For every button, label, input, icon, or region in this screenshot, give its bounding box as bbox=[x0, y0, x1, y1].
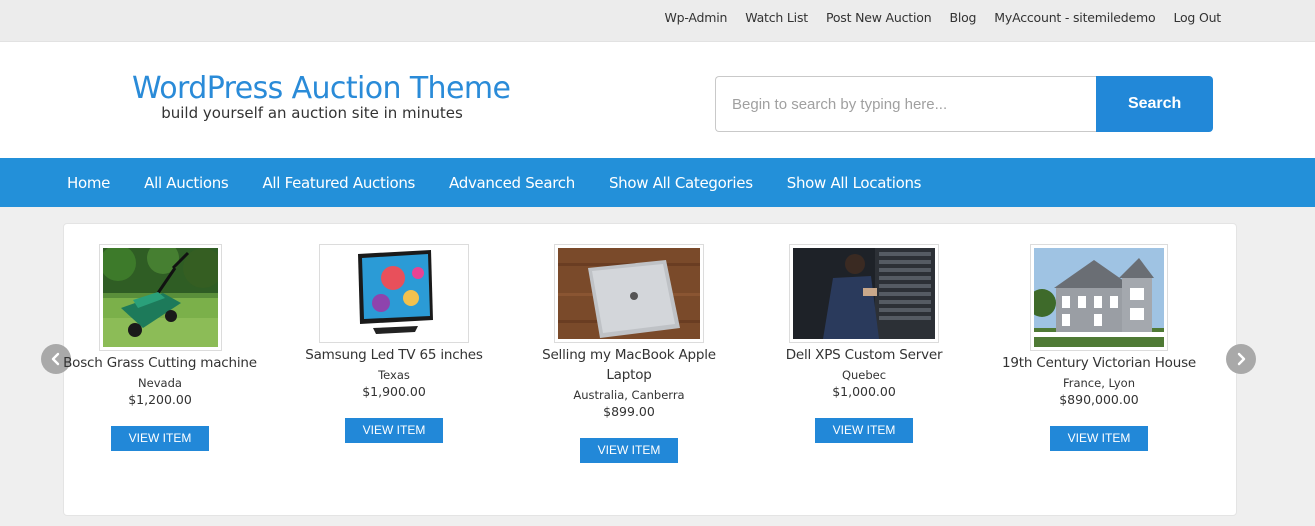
item-title[interactable]: Selling my MacBook Apple Laptop bbox=[529, 345, 729, 385]
item-location: Nevada bbox=[138, 376, 182, 390]
item-image[interactable] bbox=[789, 244, 939, 343]
top-links: Wp-Admin Watch List Post New Auction Blo… bbox=[646, 10, 1221, 26]
item-title[interactable]: Bosch Grass Cutting machine bbox=[60, 353, 260, 373]
site-brand[interactable]: WordPress Auction Theme build yourself a… bbox=[132, 72, 511, 123]
search-input[interactable] bbox=[715, 76, 1097, 132]
top-link-wp-admin[interactable]: Wp-Admin bbox=[664, 10, 727, 26]
nav-item-all-auctions[interactable]: All Auctions bbox=[127, 158, 245, 207]
chevron-right-icon bbox=[1237, 352, 1246, 366]
carousel-item: Samsung Led TV 65 inches Texas $1,900.00… bbox=[294, 244, 494, 443]
view-item-button[interactable]: VIEW ITEM bbox=[345, 418, 443, 443]
carousel-item: 19th Century Victorian House France, Lyo… bbox=[999, 244, 1199, 451]
site-title[interactable]: WordPress Auction Theme bbox=[132, 72, 511, 106]
search-form: Search bbox=[715, 76, 1213, 132]
view-item-button[interactable]: VIEW ITEM bbox=[580, 438, 678, 463]
nav-item-home[interactable]: Home bbox=[50, 158, 127, 207]
nav-item-show-all-locations[interactable]: Show All Locations bbox=[770, 158, 938, 207]
view-item-button[interactable]: VIEW ITEM bbox=[1050, 426, 1148, 451]
tv-image bbox=[323, 248, 465, 339]
item-location: Quebec bbox=[841, 368, 887, 382]
carousel-next-button[interactable] bbox=[1226, 344, 1256, 374]
top-link-log-out[interactable]: Log Out bbox=[1173, 10, 1221, 26]
item-price: $1,900.00 bbox=[362, 384, 426, 399]
item-image[interactable] bbox=[319, 244, 469, 343]
item-title[interactable]: Samsung Led TV 65 inches bbox=[294, 345, 494, 365]
top-bar: Wp-Admin Watch List Post New Auction Blo… bbox=[0, 0, 1315, 42]
nav-item-advanced-search[interactable]: Advanced Search bbox=[432, 158, 592, 207]
server-image bbox=[793, 248, 935, 339]
top-link-blog[interactable]: Blog bbox=[949, 10, 976, 26]
victorian-house-image bbox=[1028, 248, 1164, 347]
main-nav: Home All Auctions All Featured Auctions … bbox=[0, 158, 1315, 207]
lawn-mower-image bbox=[99, 242, 223, 347]
top-link-my-account[interactable]: MyAccount - sitemiledemo bbox=[994, 10, 1155, 26]
search-button[interactable]: Search bbox=[1096, 76, 1213, 132]
item-location: Texas bbox=[378, 368, 410, 382]
carousel-item: Dell XPS Custom Server Quebec $1,000.00 … bbox=[764, 244, 964, 443]
item-price: $899.00 bbox=[603, 404, 655, 419]
item-price: $890,000.00 bbox=[1059, 392, 1139, 407]
item-image[interactable] bbox=[1028, 244, 1168, 351]
nav-item-show-all-categories[interactable]: Show All Categories bbox=[592, 158, 770, 207]
site-tagline: build yourself an auction site in minute… bbox=[161, 104, 463, 122]
carousel-item: Selling my MacBook Apple Laptop Australi… bbox=[529, 244, 729, 463]
item-price: $1,000.00 bbox=[832, 384, 896, 399]
top-link-watch-list[interactable]: Watch List bbox=[745, 10, 808, 26]
carousel-item: Bosch Grass Cutting machine Nevada $1,20… bbox=[60, 242, 260, 451]
view-item-button[interactable]: VIEW ITEM bbox=[111, 426, 209, 451]
site-header: WordPress Auction Theme build yourself a… bbox=[0, 42, 1315, 158]
item-price: $1,200.00 bbox=[128, 392, 192, 407]
top-link-post-new-auction[interactable]: Post New Auction bbox=[826, 10, 932, 26]
item-location: France, Lyon bbox=[1062, 376, 1136, 390]
nav-item-all-featured-auctions[interactable]: All Featured Auctions bbox=[245, 158, 432, 207]
item-image[interactable] bbox=[98, 242, 223, 351]
item-title[interactable]: 19th Century Victorian House bbox=[999, 353, 1199, 373]
macbook-image bbox=[558, 248, 700, 339]
item-image[interactable] bbox=[554, 244, 704, 343]
item-title[interactable]: Dell XPS Custom Server bbox=[764, 345, 964, 365]
item-location: Australia, Canberra bbox=[573, 388, 685, 402]
view-item-button[interactable]: VIEW ITEM bbox=[815, 418, 913, 443]
